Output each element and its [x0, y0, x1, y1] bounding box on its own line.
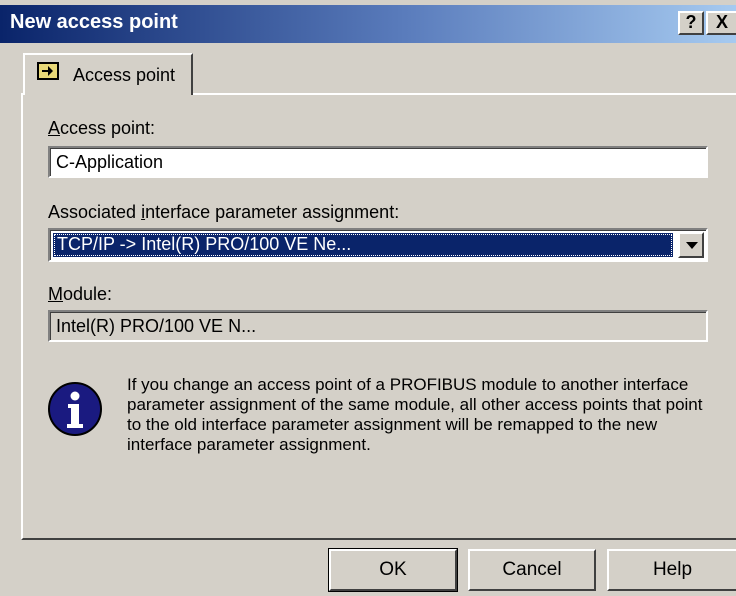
assignment-selected-value: TCP/IP -> Intel(R) PRO/100 VE Ne...	[53, 233, 673, 257]
module-field: Intel(R) PRO/100 VE N...	[48, 310, 708, 342]
ok-button[interactable]: OK	[328, 548, 458, 592]
access-point-label-accel: A	[48, 118, 61, 138]
info-message: If you change an access point of a PROFI…	[127, 375, 703, 454]
dropdown-arrow-button[interactable]	[678, 232, 704, 258]
access-point-label: Access point:	[48, 118, 155, 139]
assignment-label-post: nterface parameter assignment:	[145, 202, 400, 222]
access-point-input-value: C-Application	[56, 152, 164, 172]
help-title-button[interactable]: ?	[678, 11, 704, 35]
info-icon	[48, 382, 102, 436]
tab-label: Access point	[73, 65, 176, 85]
tab-access-point[interactable]: Access point	[23, 53, 193, 95]
assignment-dropdown[interactable]: TCP/IP -> Intel(R) PRO/100 VE Ne...	[48, 228, 708, 262]
module-label-rest: odule:	[63, 284, 113, 304]
access-point-input[interactable]: C-Application	[48, 146, 708, 178]
assignment-label: Associated interface parameter assignmen…	[48, 202, 399, 223]
access-point-icon	[37, 62, 59, 80]
new-access-point-dialog: New access point ? X Access point Access…	[0, 0, 736, 596]
window-title: New access point	[10, 11, 178, 33]
help-button[interactable]: Help	[607, 549, 736, 591]
chevron-down-icon	[686, 242, 698, 249]
module-label: Module:	[48, 284, 112, 305]
close-button[interactable]: X	[706, 11, 736, 35]
module-label-accel: M	[48, 284, 63, 304]
assignment-label-pre: Associated	[48, 202, 142, 222]
title-bar[interactable]: New access point ? X	[0, 5, 736, 43]
access-point-label-rest: ccess point:	[60, 118, 156, 138]
cancel-button[interactable]: Cancel	[468, 549, 596, 591]
module-field-value: Intel(R) PRO/100 VE N...	[56, 316, 257, 336]
